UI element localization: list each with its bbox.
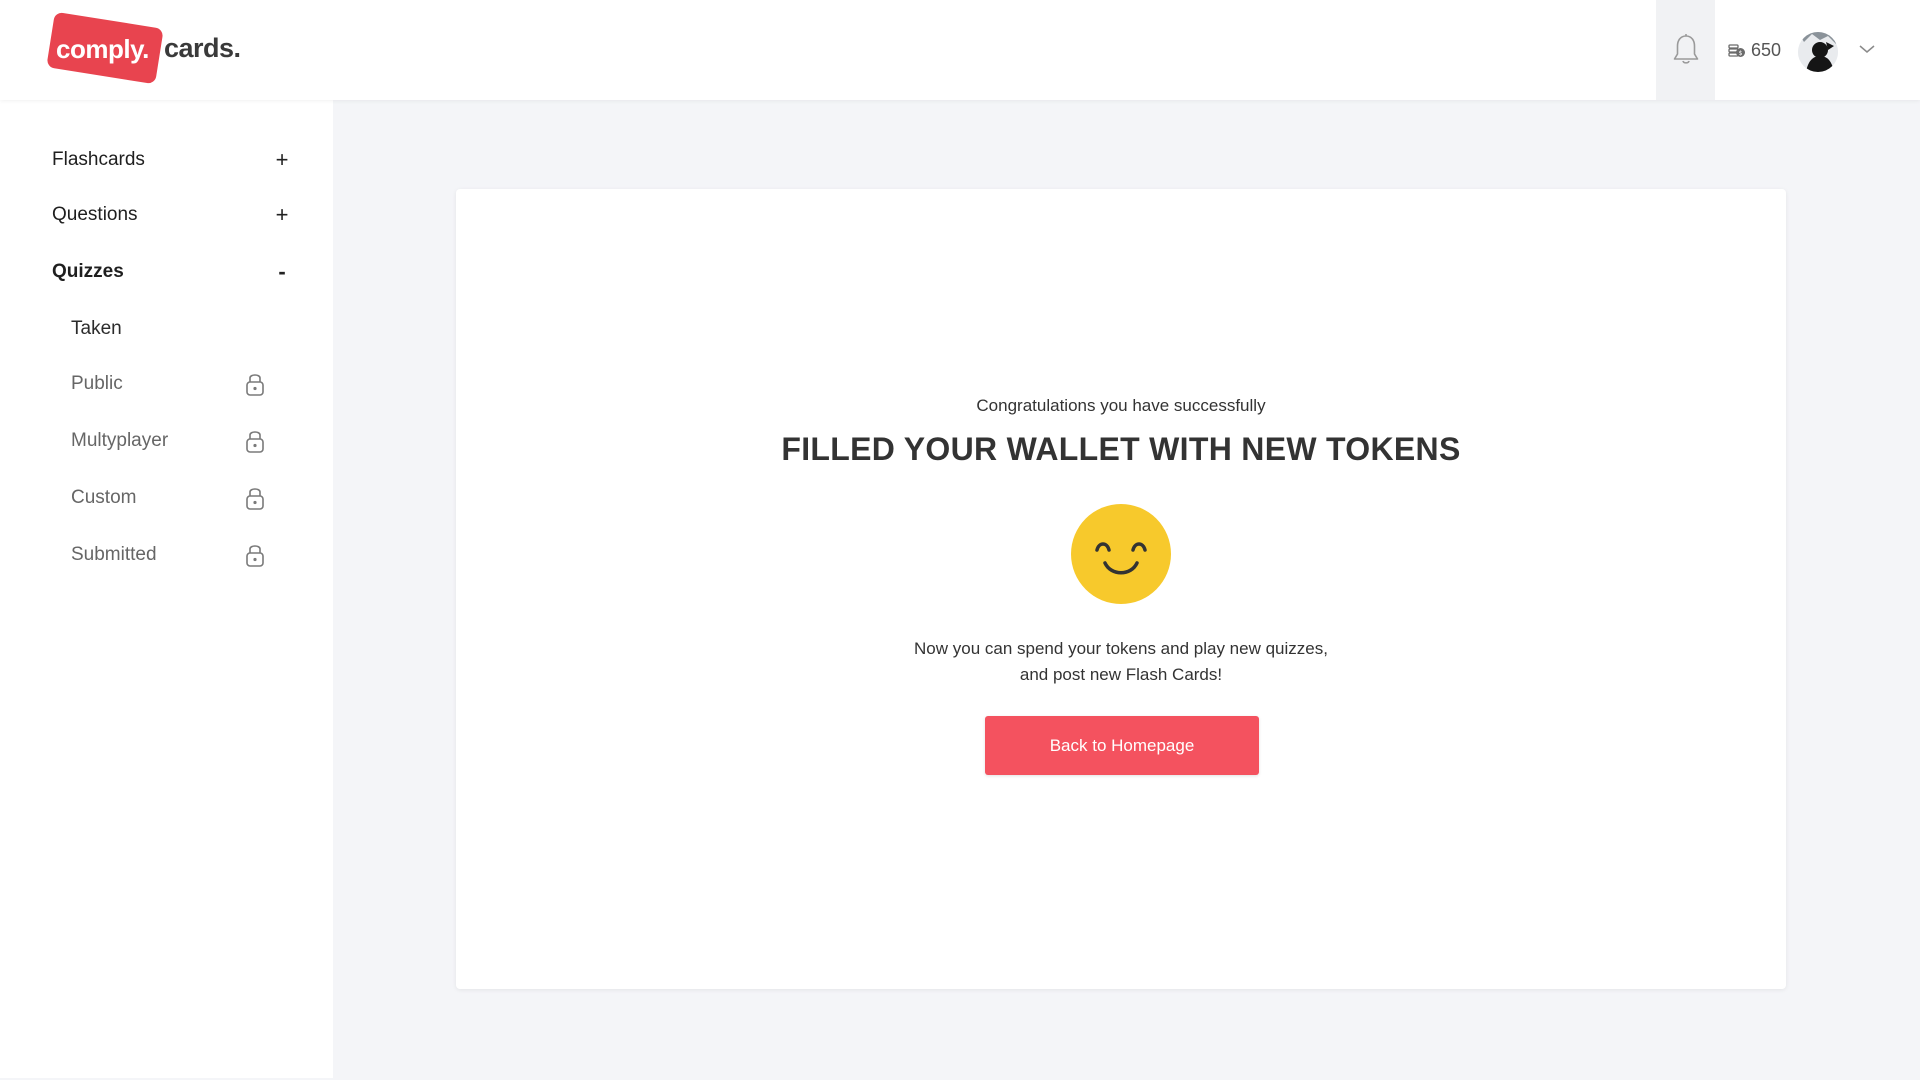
lock-icon bbox=[246, 431, 264, 453]
sidebar-item-taken[interactable]: Taken bbox=[71, 314, 265, 344]
message-line: Now you can spend your tokens and play n… bbox=[914, 639, 1328, 658]
success-message: Now you can spend your tokens and play n… bbox=[871, 636, 1371, 688]
sidebar: Flashcards + Questions + Quizzes - Taken… bbox=[0, 100, 333, 1078]
success-title: FILLED YOUR WALLET WITH NEW TOKENS bbox=[781, 431, 1461, 467]
avatar-image bbox=[1798, 32, 1838, 72]
svg-text:$: $ bbox=[1739, 50, 1743, 57]
logo-word-cards: cards. bbox=[164, 33, 241, 63]
expand-icon[interactable]: + bbox=[272, 147, 292, 173]
comply-cards-logo[interactable]: comply. cards. bbox=[46, 11, 250, 85]
expand-icon[interactable]: + bbox=[272, 202, 292, 228]
smiley-face-icon bbox=[1071, 504, 1171, 604]
success-card: Congratulations you have successfully FI… bbox=[456, 189, 1786, 989]
lock-icon bbox=[246, 488, 264, 510]
token-wallet[interactable]: $ 650 bbox=[1728, 38, 1781, 62]
notifications-button[interactable] bbox=[1656, 0, 1715, 100]
sidebar-section-flashcards[interactable]: Flashcards + bbox=[52, 145, 292, 175]
sidebar-item-label: Taken bbox=[71, 318, 122, 339]
bell-icon bbox=[1673, 34, 1698, 64]
sidebar-section-quizzes[interactable]: Quizzes - bbox=[52, 257, 292, 287]
user-avatar[interactable] bbox=[1798, 32, 1838, 72]
message-line: and post new Flash Cards! bbox=[1019, 665, 1223, 684]
top-bar: comply. cards. $ 650 bbox=[0, 0, 1920, 100]
collapse-icon[interactable]: - bbox=[272, 259, 292, 285]
sidebar-section-label: Questions bbox=[52, 204, 138, 225]
token-balance: 650 bbox=[1751, 39, 1782, 60]
sidebar-section-questions[interactable]: Questions + bbox=[52, 200, 292, 230]
sidebar-item-label: Public bbox=[71, 373, 123, 394]
sidebar-item-multyplayer[interactable]: Multyplayer bbox=[71, 426, 265, 456]
account-menu-toggle[interactable] bbox=[1858, 40, 1876, 58]
sidebar-section-label: Quizzes bbox=[52, 261, 124, 282]
sidebar-item-submitted[interactable]: Submitted bbox=[71, 540, 265, 570]
sidebar-section-label: Flashcards bbox=[52, 149, 145, 170]
sidebar-item-label: Submitted bbox=[71, 544, 157, 565]
coins-icon: $ bbox=[1728, 44, 1745, 57]
sidebar-item-public[interactable]: Public bbox=[71, 369, 265, 399]
lock-icon bbox=[246, 545, 264, 567]
sidebar-item-label: Custom bbox=[71, 487, 137, 508]
logo-word-comply: comply. bbox=[56, 34, 149, 64]
success-subtitle: Congratulations you have successfully bbox=[976, 396, 1266, 415]
sidebar-item-label: Multyplayer bbox=[71, 430, 169, 451]
chevron-down-icon bbox=[1859, 45, 1875, 53]
lock-icon bbox=[246, 374, 264, 396]
sidebar-item-custom[interactable]: Custom bbox=[71, 483, 265, 513]
back-to-homepage-button[interactable]: Back to Homepage bbox=[985, 716, 1259, 775]
